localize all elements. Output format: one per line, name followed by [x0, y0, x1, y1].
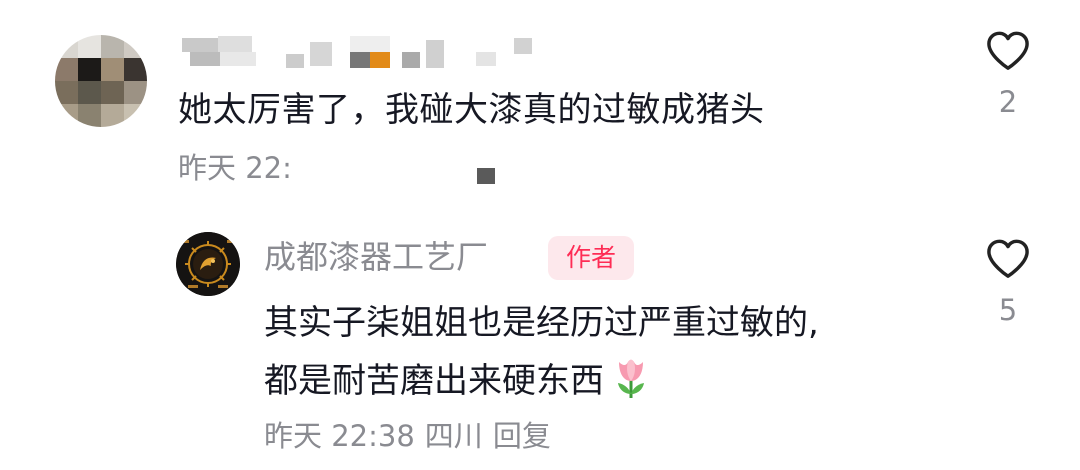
reply-like-button[interactable]: 5 [978, 238, 1038, 328]
commenter-avatar[interactable] [55, 35, 147, 127]
comment-like-count: 2 [998, 85, 1018, 119]
comment-timestamp: 昨天 22: [178, 151, 292, 185]
redacted-mark [477, 168, 495, 184]
reply-location: 四川 [424, 419, 483, 453]
tulip-icon [618, 359, 644, 398]
heart-outline-icon[interactable] [985, 238, 1031, 280]
author-badge: 作者 [548, 236, 634, 280]
commenter-name-pixelated[interactable] [182, 36, 542, 72]
reply-meta: 昨天 22:38 四川 回复 [264, 416, 561, 456]
reply-text-line1: 其实子柒姐姐也是经历过严重过敏的, [264, 303, 819, 343]
lacquer-logo-icon [176, 232, 240, 296]
reply-text-line2: 都是耐苦磨出来硬东西 [264, 361, 604, 401]
reply-text-line2-wrap: 都是耐苦磨出来硬东西 [264, 352, 819, 410]
reply-like-count: 5 [998, 293, 1018, 327]
heart-outline-icon[interactable] [985, 30, 1031, 72]
reply-button[interactable]: 回复 [493, 419, 551, 453]
comment-like-button[interactable]: 2 [978, 30, 1038, 120]
comment-text: 她太厉害了，我碰大漆真的过敏成猪头 [178, 90, 765, 130]
reply-author-name[interactable]: 成都漆器工艺厂 [264, 234, 488, 280]
reply-timestamp: 昨天 22:38 [264, 419, 415, 453]
reply-text: 其实子柒姐姐也是经历过严重过敏的, 都是耐苦磨出来硬东西 [264, 294, 819, 410]
reply-author-avatar[interactable] [176, 232, 240, 296]
